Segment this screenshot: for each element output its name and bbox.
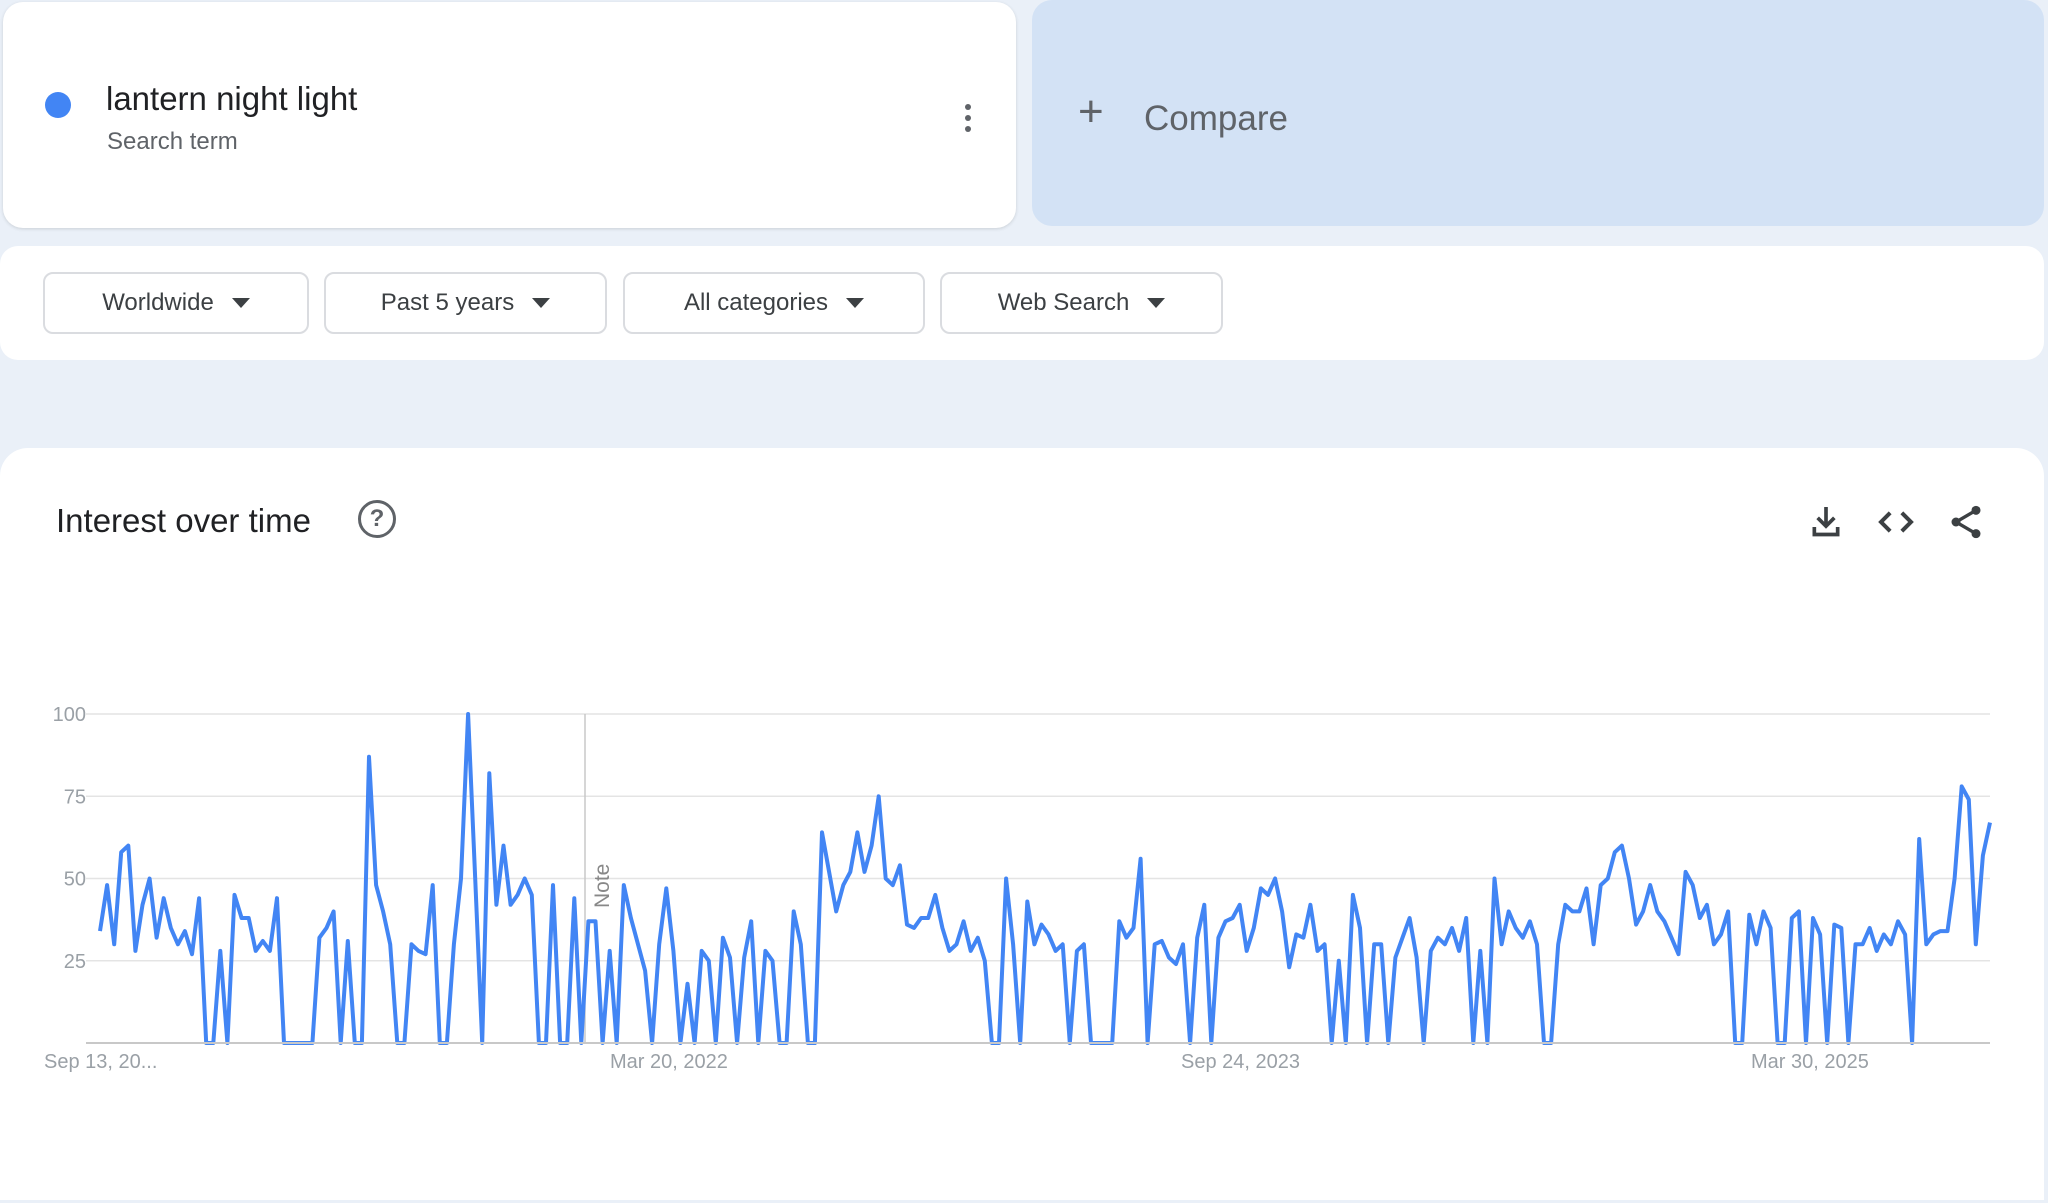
y-tick-label: 25 — [64, 951, 86, 973]
compare-label: Compare — [1144, 99, 1288, 138]
trend-chart: 25 50 75 100 Note Sep 13, 20... Mar 20, 2022… — [44, 704, 1992, 1073]
caret-down-icon — [231, 298, 250, 308]
caret-down-icon — [532, 298, 551, 308]
category-filter[interactable]: All categories — [623, 272, 925, 334]
search-type-filter-label: Web Search — [997, 289, 1130, 316]
location-filter-label: Worldwide — [102, 289, 214, 316]
search-term-card: lantern night light Search term — [3, 2, 1016, 228]
compare-button[interactable]: + Compare — [1032, 0, 2044, 226]
search-type-filter[interactable]: Web Search — [940, 272, 1223, 334]
x-tick-label: Mar 30, 2025 — [1751, 1051, 1869, 1073]
more-dot — [965, 115, 971, 121]
more-options-icon[interactable] — [953, 98, 983, 138]
more-dot — [965, 126, 971, 132]
series-color-dot — [45, 92, 71, 118]
search-term-type: Search term — [107, 128, 238, 155]
search-term-name[interactable]: lantern night light — [106, 80, 357, 118]
y-axis-labels: 25 50 75 100 — [53, 704, 86, 973]
x-axis-labels: Sep 13, 20... Mar 20, 2022 Sep 24, 2023 Mar… — [44, 1051, 1869, 1073]
interest-over-time-panel: Interest over time ? 25 50 75 100 Note Sep … — [0, 448, 2044, 1200]
location-filter[interactable]: Worldwide — [43, 272, 309, 334]
y-tick-label: 50 — [64, 869, 86, 891]
time-range-filter[interactable]: Past 5 years — [324, 272, 607, 334]
time-range-filter-label: Past 5 years — [380, 289, 515, 316]
caret-down-icon — [846, 298, 865, 308]
note-annotation[interactable]: Note — [591, 864, 614, 908]
plus-icon: + — [1078, 87, 1104, 136]
category-filter-label: All categories — [683, 289, 829, 316]
x-tick-label: Sep 13, 20... — [44, 1051, 157, 1073]
filter-bar: Worldwide Past 5 years All categories We… — [0, 246, 2044, 360]
x-tick-label: Mar 20, 2022 — [610, 1051, 728, 1073]
caret-down-icon — [1147, 298, 1166, 308]
more-dot — [965, 104, 971, 110]
y-tick-label: 100 — [53, 704, 86, 726]
y-tick-label: 75 — [64, 786, 86, 808]
x-tick-label: Sep 24, 2023 — [1181, 1051, 1300, 1073]
